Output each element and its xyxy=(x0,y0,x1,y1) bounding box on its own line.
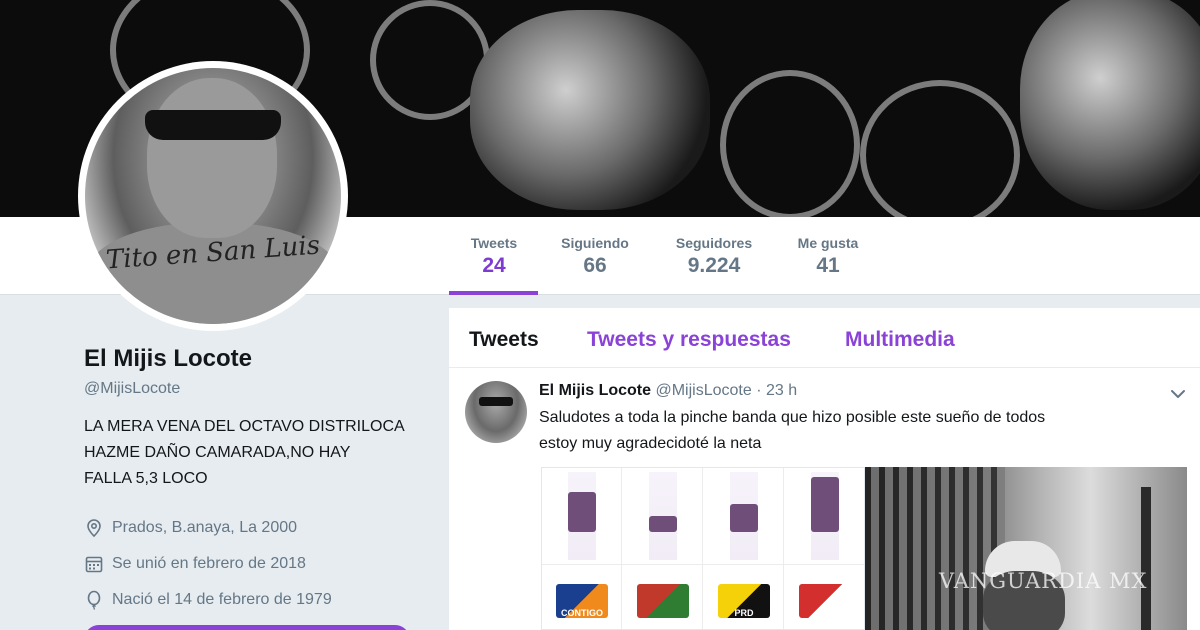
stat-likes[interactable]: Me gusta 41 xyxy=(792,235,864,278)
party-logo: PRD xyxy=(718,584,770,618)
tweet-text: Saludotes a toda la pinche banda que hiz… xyxy=(539,405,1139,457)
photo-watermark: VANGUARDIA MX xyxy=(939,569,1148,593)
avatar-sunglasses xyxy=(479,397,513,406)
tweet-media-image-2[interactable]: VANGUARDIA MX xyxy=(865,467,1187,630)
stat-label: Seguidores xyxy=(675,235,753,251)
tab-tweets-and-replies[interactable]: Tweets y respuestas xyxy=(587,328,791,352)
stat-value: 24 xyxy=(482,254,506,277)
profile-joined: Se unió en febrero de 2018 xyxy=(84,546,424,582)
profile-action-button[interactable] xyxy=(84,625,410,630)
avatar-head xyxy=(147,78,277,238)
chart-column: PRD xyxy=(704,468,784,629)
bio-line: HAZME DAÑO CAMARADA,NO HAY xyxy=(84,444,351,461)
profile-birthday: Nació el 14 de febrero de 1979 xyxy=(84,582,424,618)
photo-pole xyxy=(1141,487,1151,630)
joined-text: Se unió en febrero de 2018 xyxy=(112,555,306,572)
tweet-avatar[interactable] xyxy=(465,381,527,443)
timeline: Tweets Tweets y respuestas Multimedia El… xyxy=(449,308,1200,630)
balloon-icon xyxy=(87,590,101,610)
tweet-header: El Mijis Locote @MijisLocote · 23 h xyxy=(539,382,797,400)
chevron-down-icon[interactable] xyxy=(1167,383,1189,405)
tweet[interactable]: El Mijis Locote @MijisLocote · 23 h Salu… xyxy=(449,369,1200,630)
timeline-tabs: Tweets Tweets y respuestas Multimedia xyxy=(449,308,1200,368)
banner-figure xyxy=(1020,0,1200,210)
party-logo: CONTIGO xyxy=(556,584,608,618)
profile-location: Prados, B.anaya, La 2000 xyxy=(84,510,424,546)
tab-media[interactable]: Multimedia xyxy=(845,328,955,352)
tweet-separator: · xyxy=(756,382,762,399)
profile-name[interactable]: El Mijis Locote xyxy=(84,345,424,373)
birthday-text: Nació el 14 de febrero de 1979 xyxy=(112,591,332,608)
stat-label: Siguiendo xyxy=(561,235,629,251)
location-pin-icon xyxy=(87,519,101,538)
chart-bar xyxy=(649,516,677,532)
tab-tweets[interactable]: Tweets xyxy=(469,328,539,352)
stat-value: 41 xyxy=(816,254,840,277)
stat-value: 66 xyxy=(583,254,607,277)
stat-value: 9.224 xyxy=(687,254,741,277)
party-logo xyxy=(637,584,689,618)
tweet-author-handle[interactable]: @MijisLocote xyxy=(655,382,751,399)
profile-handle[interactable]: @MijisLocote xyxy=(84,380,424,398)
bio-line: LA MERA VENA DEL OCTAVO DISTRILOCA xyxy=(84,418,405,435)
banner-pattern xyxy=(720,70,860,217)
tweet-time[interactable]: 23 h xyxy=(766,382,797,399)
location-text: Prados, B.anaya, La 2000 xyxy=(112,519,298,536)
active-stat-indicator xyxy=(449,291,538,295)
profile-card: El Mijis Locote @MijisLocote LA MERA VEN… xyxy=(84,345,424,618)
chart-column xyxy=(623,468,703,629)
tweet-text-line: estoy muy agradecidoté la neta xyxy=(539,435,762,452)
banner-figure xyxy=(470,10,710,210)
chart-column: CONTIGO xyxy=(542,468,622,629)
chart-bar xyxy=(730,504,758,532)
chart-column xyxy=(785,468,864,629)
bio-line: FALLA 5,3 LOCO xyxy=(84,470,208,487)
profile-meta: Prados, B.anaya, La 2000 Se unió en febr… xyxy=(84,510,424,618)
tweet-author-name[interactable]: El Mijis Locote xyxy=(539,382,651,399)
stat-label: Me gusta xyxy=(797,235,859,251)
stat-followers[interactable]: Seguidores 9.224 xyxy=(670,235,758,278)
profile-avatar[interactable]: Tito en San Luis xyxy=(78,61,348,331)
avatar-photo: Tito en San Luis xyxy=(85,68,341,324)
party-logo xyxy=(799,584,851,618)
chart-bar xyxy=(568,492,596,532)
chart-bar xyxy=(811,477,839,532)
avatar-sunglasses xyxy=(145,110,281,140)
banner-pattern xyxy=(860,80,1020,217)
tweet-text-line: Saludotes a toda la pinche banda que hiz… xyxy=(539,409,1046,426)
tweet-media-image-1[interactable]: CONTIGO PRD xyxy=(541,467,865,630)
profile-bio: LA MERA VENA DEL OCTAVO DISTRILOCA HAZME… xyxy=(84,414,424,492)
stat-tweets[interactable]: Tweets 24 xyxy=(466,235,522,278)
stat-label: Tweets xyxy=(470,235,518,251)
stat-following[interactable]: Siguiendo 66 xyxy=(556,235,634,278)
calendar-icon xyxy=(85,556,103,573)
